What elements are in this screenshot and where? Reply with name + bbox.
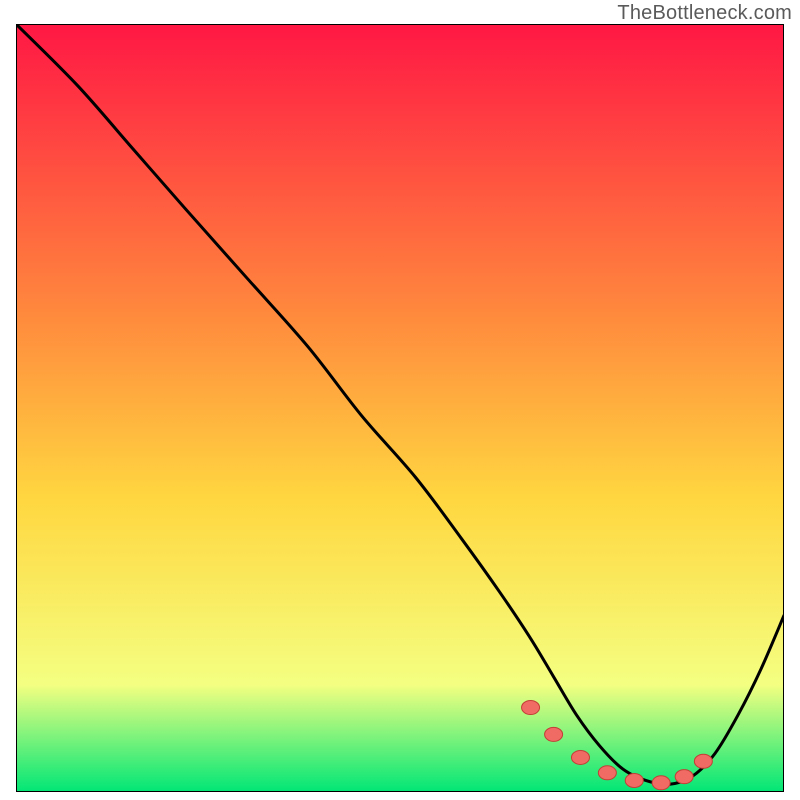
data-marker bbox=[652, 776, 670, 790]
data-marker bbox=[522, 701, 540, 715]
data-marker bbox=[571, 750, 589, 764]
chart-canvas bbox=[16, 24, 784, 792]
attribution-text: TheBottleneck.com bbox=[617, 2, 792, 25]
data-marker bbox=[675, 770, 693, 784]
data-marker bbox=[598, 766, 616, 780]
data-marker bbox=[694, 754, 712, 768]
data-marker bbox=[545, 727, 563, 741]
data-marker bbox=[625, 773, 643, 787]
gradient-background bbox=[16, 24, 784, 792]
bottleneck-chart bbox=[16, 24, 784, 792]
